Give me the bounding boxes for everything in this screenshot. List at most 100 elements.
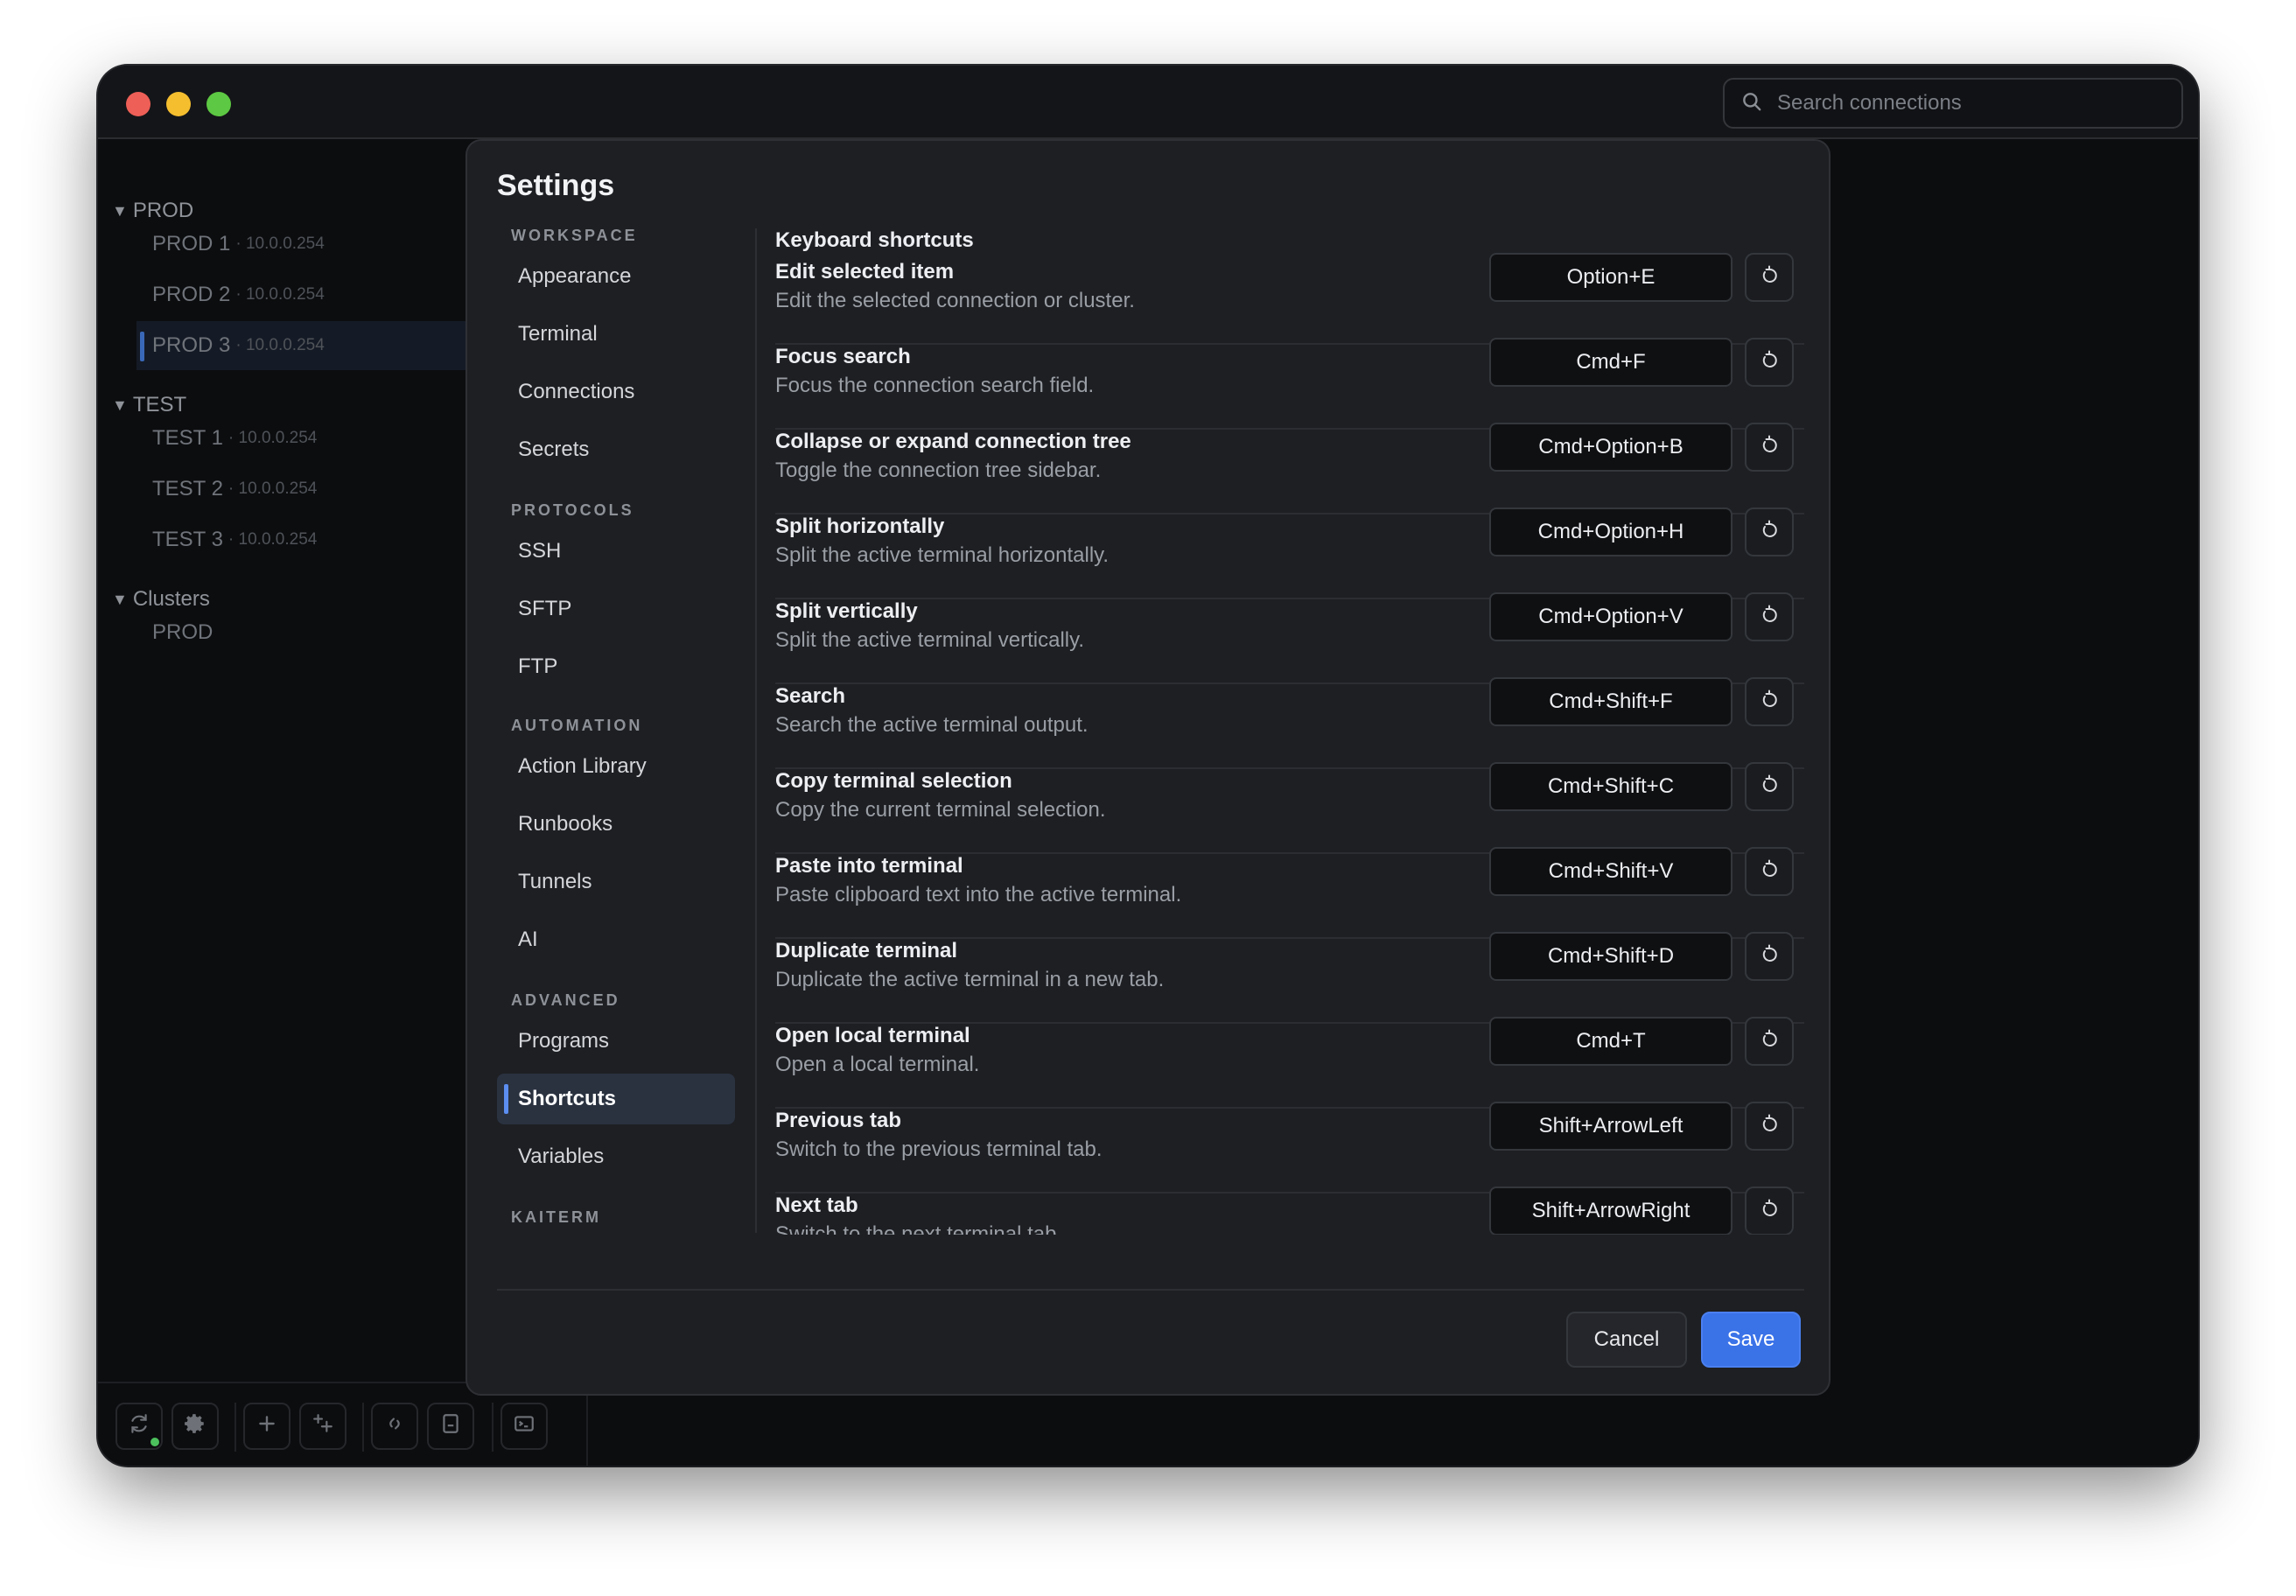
reset-shortcut-button[interactable] (1745, 592, 1794, 641)
search-input[interactable] (1777, 91, 2162, 116)
shortcut-key-field[interactable]: Shift+ArrowRight (1489, 1186, 1732, 1235)
tree-item-ip: · 10.0.0.254 (228, 429, 318, 447)
shortcut-row: Edit selected item Edit the selected con… (775, 253, 1804, 345)
shortcut-description: Split the active terminal vertically. (775, 628, 1085, 652)
tree-item-prod-2[interactable]: PROD 2 · 10.0.0.254 (136, 270, 466, 319)
nav-item-connections[interactable]: Connections (497, 367, 735, 417)
reset-shortcut-button[interactable] (1745, 677, 1794, 726)
zoom-window-button[interactable] (206, 92, 231, 116)
shortcut-key-field[interactable]: Cmd+Option+V (1489, 592, 1732, 641)
reset-shortcut-button[interactable] (1745, 1186, 1794, 1235)
nav-item-appearance[interactable]: Appearance (497, 251, 735, 302)
shortcut-description: Switch to the next terminal tab. (775, 1222, 1063, 1235)
link-button[interactable] (371, 1403, 418, 1450)
shortcut-description: Toggle the connection tree sidebar. (775, 458, 1102, 482)
tree-item-ip: · 10.0.0.254 (235, 336, 325, 354)
footer-divider (497, 1289, 1804, 1291)
tree-item-prod-3[interactable]: PROD 3 · 10.0.0.254 (136, 321, 466, 370)
shortcut-row: Copy terminal selection Copy the current… (775, 762, 1804, 854)
tree-item-name: PROD 1 (152, 232, 231, 256)
cancel-button[interactable]: Cancel (1566, 1312, 1687, 1368)
shortcut-row: Next tab Switch to the next terminal tab… (775, 1186, 1804, 1235)
shortcut-key-field[interactable]: Option+E (1489, 253, 1732, 302)
shortcut-row: Duplicate terminal Duplicate the active … (775, 932, 1804, 1024)
shortcut-description: Paste clipboard text into the active ter… (775, 883, 1182, 906)
nav-item-secrets[interactable]: Secrets (497, 424, 735, 475)
caret-down-icon: ▼ (112, 201, 128, 220)
shortcut-row: Previous tab Switch to the previous term… (775, 1102, 1804, 1194)
tree-item-test-1[interactable]: TEST 1 · 10.0.0.254 (136, 414, 466, 463)
shortcut-row: Split horizontally Split the active term… (775, 508, 1804, 599)
save-button[interactable]: Save (1701, 1312, 1801, 1368)
shortcut-row: Open local terminal Open a local termina… (775, 1017, 1804, 1109)
minimize-window-button[interactable] (166, 92, 191, 116)
shortcut-key-field[interactable]: Cmd+Shift+D (1489, 932, 1732, 981)
nav-item-terminal[interactable]: Terminal (497, 309, 735, 360)
bookmark-button[interactable] (427, 1403, 474, 1450)
nav-item-programs[interactable]: Programs (497, 1016, 735, 1067)
reset-shortcut-button[interactable] (1745, 762, 1794, 811)
shortcut-key-field[interactable]: Shift+ArrowLeft (1489, 1102, 1732, 1151)
reset-icon (1759, 435, 1780, 460)
reset-shortcut-button[interactable] (1745, 253, 1794, 302)
reset-shortcut-button[interactable] (1745, 1102, 1794, 1151)
close-window-button[interactable] (126, 92, 150, 116)
shortcut-row: Search Search the active terminal output… (775, 677, 1804, 769)
tree-item-ip: · 10.0.0.254 (228, 480, 318, 498)
tree-item-cluster-prod[interactable]: PROD (136, 608, 466, 657)
tree-item-test-3[interactable]: TEST 3 · 10.0.0.254 (136, 515, 466, 564)
nav-divider (755, 228, 757, 1233)
nav-item-sftp[interactable]: SFTP (497, 584, 735, 634)
shortcut-row: Split vertically Split the active termin… (775, 592, 1804, 684)
reset-icon (1759, 520, 1780, 545)
terminal-button[interactable] (500, 1403, 548, 1450)
nav-item-shortcuts[interactable]: Shortcuts (497, 1074, 735, 1124)
terminal-icon (513, 1412, 536, 1441)
reset-shortcut-button[interactable] (1745, 338, 1794, 387)
nav-item-tunnels[interactable]: Tunnels (497, 857, 735, 907)
bookmark-icon (439, 1412, 462, 1441)
tree-item-test-2[interactable]: TEST 2 · 10.0.0.254 (136, 465, 466, 514)
settings-dialog: Settings WORKSPACE Appearance Terminal C… (466, 139, 1830, 1396)
reset-icon (1759, 944, 1780, 970)
tree-item-ip: · 10.0.0.254 (228, 530, 318, 549)
tree-item-prod-1[interactable]: PROD 1 · 10.0.0.254 (136, 220, 466, 269)
shortcut-key-field[interactable]: Cmd+Shift+C (1489, 762, 1732, 811)
add-cluster-button[interactable] (299, 1403, 346, 1450)
nav-item-action-library[interactable]: Action Library (497, 741, 735, 792)
shortcut-description: Copy the current terminal selection. (775, 798, 1106, 822)
settings-nav: WORKSPACE Appearance Terminal Connection… (497, 220, 747, 1235)
reset-shortcut-button[interactable] (1745, 423, 1794, 472)
add-connection-button[interactable] (243, 1403, 290, 1450)
shortcut-key-field[interactable]: Cmd+Option+B (1489, 423, 1732, 472)
shortcut-key-field[interactable]: Cmd+T (1489, 1017, 1732, 1066)
reset-icon (1759, 350, 1780, 375)
reset-shortcut-button[interactable] (1745, 1017, 1794, 1066)
nav-item-ftp[interactable]: FTP (497, 641, 735, 692)
shortcut-key-field[interactable]: Cmd+Shift+F (1489, 677, 1732, 726)
shortcut-description: Search the active terminal output. (775, 713, 1088, 737)
reset-icon (1759, 1029, 1780, 1054)
nav-item-runbooks[interactable]: Runbooks (497, 799, 735, 850)
search-connections-field[interactable] (1723, 78, 2183, 129)
shortcut-row: Paste into terminal Paste clipboard text… (775, 847, 1804, 939)
shortcut-description: Focus the connection search field. (775, 374, 1095, 397)
settings-button[interactable] (172, 1403, 219, 1450)
reset-icon (1759, 1199, 1780, 1224)
link-icon (383, 1412, 406, 1441)
shortcut-key-field[interactable]: Cmd+Shift+V (1489, 847, 1732, 896)
nav-item-ai[interactable]: AI (497, 914, 735, 965)
reset-icon (1759, 1114, 1780, 1139)
tree-item-name: TEST 2 (152, 477, 223, 500)
nav-item-variables[interactable]: Variables (497, 1131, 735, 1182)
reset-shortcut-button[interactable] (1745, 847, 1794, 896)
shortcut-key-field[interactable]: Cmd+Option+H (1489, 508, 1732, 556)
title-bar (98, 66, 2198, 139)
nav-item-ssh[interactable]: SSH (497, 526, 735, 577)
reset-shortcut-button[interactable] (1745, 932, 1794, 981)
shortcut-title: Split horizontally (775, 514, 945, 538)
shortcut-title: Open local terminal (775, 1024, 970, 1047)
shortcut-row: Focus search Focus the connection search… (775, 338, 1804, 430)
shortcut-key-field[interactable]: Cmd+F (1489, 338, 1732, 387)
reset-shortcut-button[interactable] (1745, 508, 1794, 556)
